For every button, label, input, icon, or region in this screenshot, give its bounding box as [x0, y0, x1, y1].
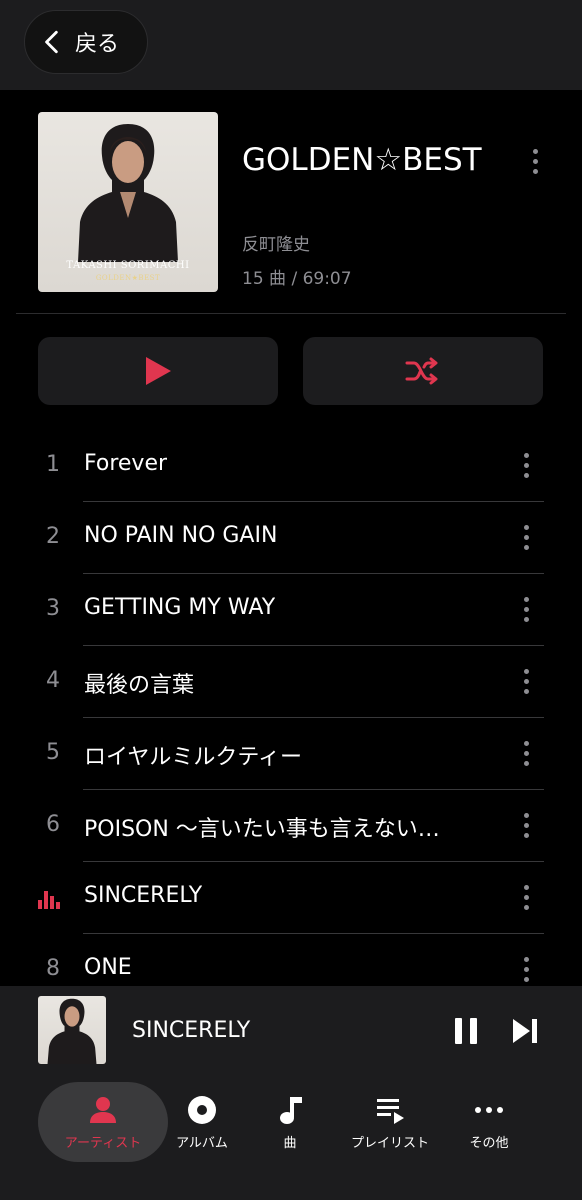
nav-tab-albums[interactable]: アルバム: [166, 1082, 238, 1162]
track-title: NO PAIN NO GAIN: [84, 523, 278, 548]
track-row[interactable]: 4 最後の言葉: [0, 646, 582, 718]
playlist-icon: [377, 1098, 404, 1124]
play-icon: [146, 357, 171, 385]
nav-label: アルバム: [176, 1135, 228, 1151]
track-number: 6: [46, 812, 60, 837]
track-more-icon[interactable]: [514, 736, 538, 770]
track-number: 5: [46, 740, 60, 765]
track-row[interactable]: 8 ONE: [0, 934, 582, 986]
track-title: Forever: [84, 451, 168, 476]
chevron-left-icon: [45, 30, 58, 54]
bottom-nav: アーティスト アルバム 曲 プレイリスト その他: [0, 1076, 582, 1200]
album-cover: TAKASHI SORIMACHI GOLDEN★BEST: [38, 112, 218, 292]
mini-player-cover: [38, 996, 106, 1064]
track-row[interactable]: 6 POISON 〜言いたい事も言えない…: [0, 790, 582, 862]
play-button[interactable]: [38, 337, 278, 405]
shuffle-button[interactable]: [303, 337, 543, 405]
track-title: ONE: [84, 955, 132, 980]
music-note-icon: [280, 1096, 302, 1124]
top-bar: 戻る: [0, 0, 582, 90]
track-row[interactable]: 5 ロイヤルミルクティー: [0, 718, 582, 790]
track-title: ロイヤルミルクティー: [84, 745, 303, 770]
track-title: GETTING MY WAY: [84, 595, 276, 620]
nav-label: プレイリスト: [350, 1135, 429, 1151]
track-title: SINCERELY: [84, 883, 203, 908]
nav-tab-playlists[interactable]: プレイリスト: [340, 1082, 440, 1162]
album-title: GOLDEN☆BEST: [242, 142, 482, 178]
track-list: 1 Forever 2 NO PAIN NO GAIN 3 GETTING MY…: [0, 430, 582, 986]
cover-artist-text: TAKASHI SORIMACHI: [66, 260, 190, 271]
track-more-icon[interactable]: [514, 808, 538, 842]
back-button[interactable]: 戻る: [24, 10, 148, 74]
track-more-icon[interactable]: [514, 592, 538, 626]
track-number: 8: [46, 956, 60, 981]
album-header: TAKASHI SORIMACHI GOLDEN★BEST GOLDEN☆BES…: [0, 90, 582, 314]
track-number: 4: [46, 668, 60, 693]
skip-next-icon[interactable]: [510, 1016, 540, 1046]
track-title: POISON 〜言いたい事も言えない…: [84, 817, 440, 842]
track-row[interactable]: 1 Forever: [0, 430, 582, 502]
nav-label: その他: [469, 1135, 509, 1151]
cover-portrait: [78, 124, 178, 262]
disc-icon: [188, 1095, 216, 1124]
track-row[interactable]: 2 NO PAIN NO GAIN: [0, 502, 582, 574]
now-playing-title: SINCERELY: [132, 1018, 251, 1043]
track-row[interactable]: 3 GETTING MY WAY: [0, 574, 582, 646]
more-icon: [475, 1106, 503, 1113]
track-more-icon[interactable]: [514, 520, 538, 554]
album-meta: 15 曲 / 69:07: [242, 269, 352, 289]
equalizer-icon: [38, 889, 62, 909]
track-more-icon[interactable]: [514, 664, 538, 698]
shuffle-icon: [405, 357, 438, 385]
mini-player[interactable]: SINCERELY: [0, 986, 582, 1076]
album-more-icon[interactable]: [523, 144, 547, 178]
divider: [16, 313, 566, 314]
nav-tab-more[interactable]: その他: [456, 1082, 522, 1162]
person-icon: [90, 1096, 116, 1123]
cover-portrait: [47, 998, 97, 1064]
nav-label: アーティスト: [64, 1135, 142, 1151]
cover-album-text: GOLDEN★BEST: [95, 274, 161, 282]
track-number: 3: [46, 596, 60, 621]
nav-label: 曲: [283, 1135, 297, 1151]
pause-icon[interactable]: [452, 1016, 480, 1046]
track-title: 最後の言葉: [84, 673, 195, 698]
track-more-icon[interactable]: [514, 880, 538, 914]
track-row-now-playing[interactable]: SINCERELY: [0, 862, 582, 934]
track-more-icon[interactable]: [514, 448, 538, 482]
track-number: 1: [46, 452, 60, 477]
nav-tab-songs[interactable]: 曲: [262, 1082, 318, 1162]
album-artist[interactable]: 反町隆史: [242, 230, 310, 255]
nav-tab-artists[interactable]: アーティスト: [38, 1082, 168, 1162]
back-label: 戻る: [75, 32, 120, 57]
track-more-icon[interactable]: [514, 952, 538, 986]
track-number: 2: [46, 524, 60, 549]
